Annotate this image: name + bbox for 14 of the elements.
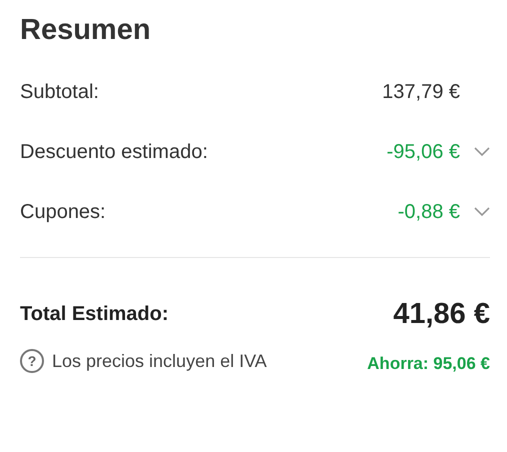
chevron-icon[interactable] xyxy=(474,147,490,157)
row-label: Subtotal: xyxy=(20,80,100,104)
savings-text: Ahorra: 95,06 € xyxy=(366,353,490,375)
row-value: 137,79 € xyxy=(382,80,460,104)
row-label: Descuento estimado: xyxy=(20,140,209,164)
row-value: -95,06 € xyxy=(386,140,460,164)
help-icon[interactable]: ? xyxy=(20,349,44,373)
chevron-icon[interactable] xyxy=(474,207,490,217)
summary-title: Resumen xyxy=(20,14,152,47)
row-label: Cupones: xyxy=(20,200,107,224)
tax-note: Los precios incluyen el IVA xyxy=(52,350,267,372)
total-label: Total Estimado: xyxy=(20,303,169,326)
row-value: -0,88 € xyxy=(398,200,460,224)
total-value: 41,86 € xyxy=(393,298,490,331)
